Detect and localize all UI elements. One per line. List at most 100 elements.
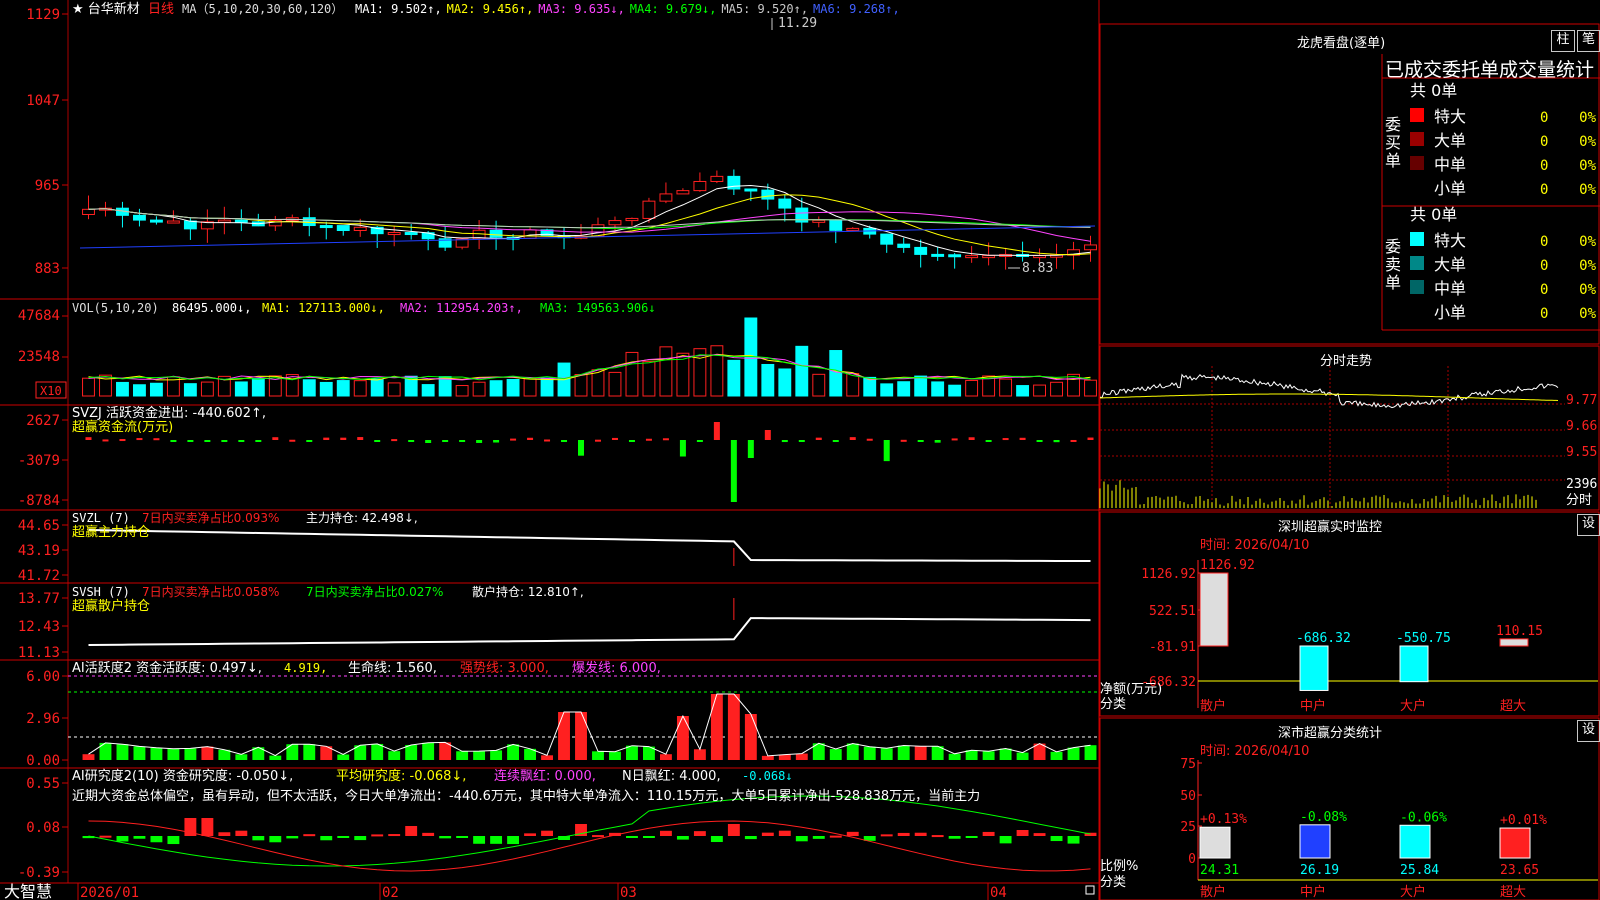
activity-bar[interactable] — [914, 746, 927, 760]
activity-bar[interactable] — [1067, 747, 1080, 760]
volume-bar[interactable] — [1084, 379, 1097, 397]
volume-bar[interactable] — [200, 381, 214, 397]
flow-bar[interactable] — [849, 437, 856, 440]
flow-bar[interactable] — [204, 440, 211, 442]
volume-bar[interactable] — [642, 361, 656, 397]
candle-body[interactable] — [659, 193, 673, 202]
activity-bar[interactable] — [490, 750, 503, 760]
research-bar[interactable] — [931, 835, 944, 838]
candle-body[interactable] — [404, 232, 418, 236]
research-bar[interactable] — [999, 836, 1012, 844]
flow-bar[interactable] — [323, 437, 330, 440]
candle-body[interactable] — [387, 232, 401, 236]
activity-bar[interactable] — [710, 694, 723, 760]
volume-bar[interactable] — [387, 382, 401, 397]
volume-bar[interactable] — [846, 373, 860, 397]
activity-bar[interactable] — [201, 746, 214, 760]
flow-bar[interactable] — [1036, 440, 1043, 442]
candle-body[interactable] — [523, 229, 537, 239]
research-bar[interactable] — [541, 830, 553, 836]
activity-bar[interactable] — [575, 712, 587, 760]
sm-bar[interactable] — [1499, 638, 1529, 647]
flow-bar[interactable] — [917, 440, 924, 442]
candle-body[interactable] — [336, 225, 350, 231]
research-bar[interactable] — [524, 833, 537, 836]
candle-body[interactable] — [761, 189, 775, 200]
sz-monitor-settings-button[interactable]: 设 — [1577, 514, 1600, 536]
volume-bar[interactable] — [778, 368, 792, 397]
activity-bar[interactable] — [456, 751, 469, 760]
candle-body[interactable] — [183, 220, 197, 230]
research-bar[interactable] — [1016, 830, 1029, 836]
research-bar[interactable] — [456, 836, 469, 838]
flow-bar[interactable] — [255, 440, 262, 442]
research-bar[interactable] — [948, 836, 961, 839]
flow-bar[interactable] — [561, 440, 568, 442]
activity-bar[interactable] — [133, 746, 146, 760]
volume-bar[interactable] — [829, 350, 843, 397]
volume-bar[interactable] — [506, 379, 520, 397]
candle-body[interactable] — [710, 175, 724, 182]
volume-bar[interactable] — [183, 383, 197, 397]
candle-body[interactable] — [931, 253, 945, 257]
tick-mode-button[interactable]: 笔 — [1577, 30, 1600, 52]
flow-bar[interactable] — [1070, 439, 1077, 442]
activity-bar[interactable] — [948, 753, 961, 760]
candle-body[interactable] — [965, 255, 979, 259]
flow-bar[interactable] — [679, 440, 686, 457]
candle-body[interactable] — [642, 200, 656, 219]
volume-bar[interactable] — [574, 374, 588, 397]
sm-bar[interactable] — [1299, 645, 1329, 691]
volume-bar[interactable] — [1016, 385, 1030, 397]
activity-bar[interactable] — [880, 748, 893, 760]
price-candles[interactable] — [79, 18, 1097, 270]
activity-bar[interactable] — [744, 714, 757, 760]
volume-bar[interactable] — [149, 382, 163, 397]
svzj-bars[interactable] — [85, 422, 1094, 502]
research-bar[interactable] — [337, 836, 350, 838]
research-bar[interactable] — [439, 836, 452, 839]
flow-bar[interactable] — [153, 438, 160, 441]
research-bar[interactable] — [795, 836, 808, 842]
flow-bar[interactable] — [306, 440, 313, 442]
volume-bar[interactable] — [319, 381, 333, 397]
volume-bar[interactable] — [608, 371, 622, 397]
research-bar[interactable] — [727, 824, 740, 836]
candle-body[interactable] — [914, 246, 928, 255]
candle-body[interactable] — [897, 243, 911, 248]
flow-bar[interactable] — [696, 440, 703, 442]
volume-bar[interactable] — [421, 384, 435, 397]
volume-bar[interactable] — [897, 381, 911, 397]
research-bar[interactable] — [778, 830, 791, 836]
candle-body[interactable] — [149, 219, 163, 223]
flow-bar[interactable] — [832, 440, 839, 442]
flow-bar[interactable] — [747, 440, 754, 458]
research-bar[interactable] — [829, 835, 842, 838]
flow-bar[interactable] — [493, 440, 500, 443]
activity-bar[interactable] — [592, 751, 604, 760]
volume-bar[interactable] — [1050, 381, 1063, 397]
volume-bar[interactable] — [251, 378, 265, 397]
sc-bar[interactable] — [1199, 826, 1231, 859]
volume-bar[interactable] — [812, 373, 826, 397]
volume-bar[interactable] — [336, 380, 350, 397]
flow-bar[interactable] — [102, 439, 109, 442]
research-bar[interactable] — [286, 836, 299, 839]
research-bar[interactable] — [965, 836, 978, 838]
candle-body[interactable] — [778, 198, 792, 209]
candle-body[interactable] — [234, 219, 248, 223]
activity-bar[interactable] — [1016, 752, 1029, 760]
activity-bar[interactable] — [1050, 751, 1063, 760]
activity-bar[interactable] — [965, 750, 978, 760]
activity-bar[interactable] — [235, 754, 248, 760]
volume-bar[interactable] — [132, 384, 146, 397]
research-bar[interactable] — [235, 830, 248, 836]
candle-body[interactable] — [676, 190, 690, 195]
flow-bar[interactable] — [510, 438, 517, 441]
research-bar[interactable] — [150, 836, 163, 843]
flow-bar[interactable] — [272, 437, 279, 440]
research-bar[interactable] — [1067, 836, 1080, 844]
research-bar[interactable] — [201, 818, 214, 836]
activity-bar[interactable] — [184, 748, 197, 760]
activity-bar[interactable] — [337, 754, 350, 760]
